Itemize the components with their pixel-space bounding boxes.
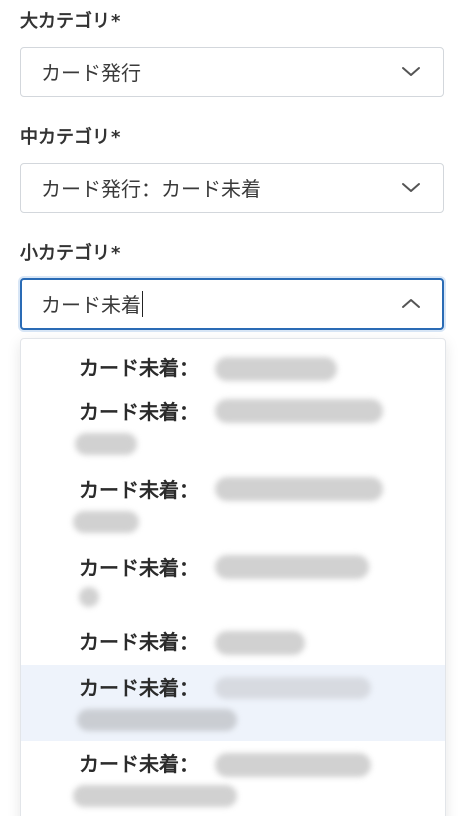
required-mark: *: [111, 11, 121, 32]
dropdown-option[interactable]: カード未着：: [21, 617, 445, 665]
redacted-text: [73, 511, 139, 533]
option-label: カード未着：: [79, 556, 199, 580]
option-label: カード未着：: [79, 676, 199, 700]
redacted-text: [75, 433, 137, 455]
dropdown-option[interactable]: カード未着：: [21, 339, 445, 397]
dropdown-option-highlighted[interactable]: カード未着：: [21, 665, 445, 741]
category-form: 大カテゴリ* カード発行 中カテゴリ* カード発行：カード未着 小カテゴリ* カ…: [0, 0, 474, 816]
minor-category-input[interactable]: カード未着: [20, 278, 444, 330]
major-category-value: カード発行: [41, 61, 141, 85]
redacted-text: [215, 631, 305, 655]
major-category-select[interactable]: カード発行: [20, 47, 444, 97]
redacted-text: [215, 753, 371, 777]
major-category-label: 大カテゴリ*: [20, 11, 121, 32]
chevron-up-icon[interactable]: [401, 295, 421, 311]
required-mark: *: [111, 243, 121, 264]
dropdown-option[interactable]: カード未着：: [21, 397, 445, 461]
redacted-text: [215, 555, 369, 579]
redacted-text: [73, 785, 237, 807]
required-mark: *: [111, 127, 121, 148]
middle-category-label: 中カテゴリ*: [20, 127, 121, 148]
middle-category-select[interactable]: カード発行：カード未着: [20, 163, 444, 213]
option-label: カード未着：: [79, 400, 199, 424]
dropdown-option[interactable]: カード未着：: [21, 539, 445, 617]
text-caret: [142, 291, 143, 317]
option-label: カード未着：: [79, 478, 199, 502]
redacted-text: [215, 477, 383, 501]
dropdown-option[interactable]: カード未着：: [21, 741, 445, 816]
minor-category-dropdown: カード未着： カード未着： カード未着： カード未着： カード未着： カード未着…: [20, 338, 446, 816]
redacted-text: [77, 709, 237, 731]
minor-category-label: 小カテゴリ*: [20, 243, 121, 264]
option-label: カード未着：: [79, 630, 199, 654]
chevron-down-icon: [401, 180, 421, 196]
option-label: カード未着：: [79, 356, 199, 380]
redacted-text: [215, 399, 383, 423]
redacted-text: [79, 587, 99, 607]
chevron-down-icon: [401, 64, 421, 80]
redacted-text: [215, 677, 371, 699]
middle-category-value: カード発行：カード未着: [41, 177, 261, 201]
redacted-text: [215, 357, 337, 381]
dropdown-option[interactable]: カード未着：: [21, 461, 445, 539]
minor-category-value: カード未着: [41, 293, 141, 317]
option-label: カード未着：: [79, 752, 199, 776]
